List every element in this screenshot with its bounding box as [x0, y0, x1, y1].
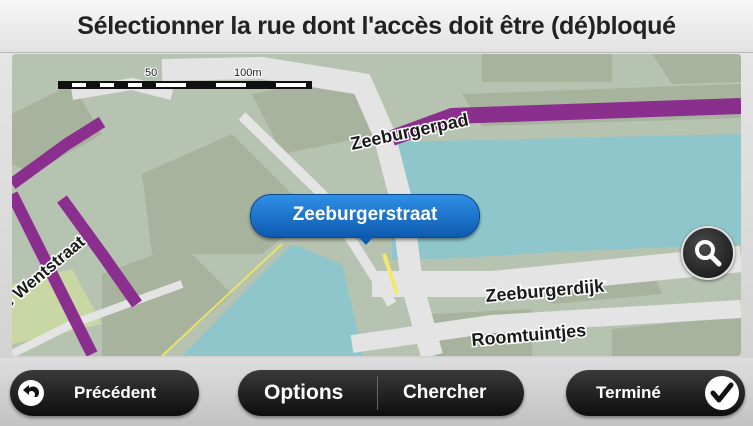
done-button-label: Terminé — [596, 383, 661, 402]
scale-label-100m: 100m — [234, 67, 262, 79]
callout-pointer — [357, 235, 375, 245]
done-button[interactable]: Terminé — [566, 370, 745, 416]
selected-street-name: Zeeburgerstraat — [292, 204, 438, 225]
back-arrow-icon — [18, 380, 44, 406]
search-icon — [695, 240, 722, 267]
back-button[interactable]: Précédent — [10, 370, 199, 416]
title-bar: Sélectionner la rue dont l'accès doit êt… — [0, 0, 753, 53]
zoom-button[interactable] — [681, 226, 735, 280]
search-button[interactable]: Chercher — [403, 382, 486, 404]
screen: Sélectionner la rue dont l'accès doit êt… — [0, 0, 753, 426]
back-button-label: Précédent — [74, 383, 157, 402]
options-button[interactable]: Options — [264, 381, 343, 405]
options-search-group: Options Chercher — [238, 370, 524, 416]
checkmark-icon — [705, 376, 739, 410]
scale-label-50: 50 — [145, 67, 157, 79]
button-divider — [377, 376, 378, 410]
selected-street-callout[interactable]: Zeeburgerstraat — [250, 194, 480, 245]
page-title: Sélectionner la rue dont l'accès doit êt… — [77, 12, 676, 40]
bottom-toolbar: Précédent Options Chercher Terminé — [0, 358, 753, 426]
building — [482, 54, 612, 82]
